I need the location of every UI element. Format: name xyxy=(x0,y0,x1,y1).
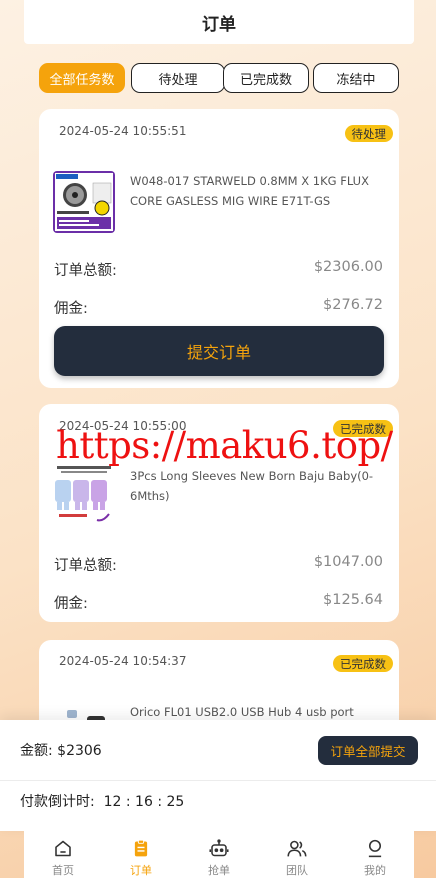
order-total-value: $2306.00 xyxy=(313,259,383,275)
commission-label: 佣金: xyxy=(54,596,88,612)
product-name: 3Pcs Long Sleeves New Born Baju Baby(0-6… xyxy=(130,469,374,503)
divider xyxy=(0,780,436,781)
order-filter-tabs: 全部任务数 待处理 已完成数 冻结中 xyxy=(39,63,399,93)
commission-value: $125.64 xyxy=(323,592,383,608)
product-name: Orico FL01 USB2.0 USB Hub 4 usb port xyxy=(130,705,354,719)
team-icon xyxy=(287,840,307,857)
countdown-value: 12 : 16 : 25 xyxy=(103,794,185,810)
order-time: 2024-05-24 10:54:37 xyxy=(59,654,187,668)
status-badge: 待处理 xyxy=(344,125,393,142)
payment-countdown: 付款倒计时: 12 : 16 : 25 xyxy=(20,791,184,811)
home-icon xyxy=(55,840,71,857)
watermark-url: https://maku6.top/ xyxy=(56,424,393,467)
commission-value: $276.72 xyxy=(323,297,383,313)
tab-frozen[interactable]: 冻结中 xyxy=(313,63,399,93)
tab-completed[interactable]: 已完成数 xyxy=(223,63,309,93)
submit-order-button[interactable]: 提交订单 xyxy=(54,326,384,376)
tabbar-home[interactable]: 首页 xyxy=(24,830,102,878)
bottom-tab-bar: 首页 订单 抢单 团队 我的 xyxy=(24,830,414,878)
robot-icon xyxy=(209,839,229,857)
tabbar-profile-label: 我的 xyxy=(364,864,386,877)
tabbar-team-label: 团队 xyxy=(286,864,308,877)
clipboard-icon xyxy=(134,839,148,857)
order-total-label: 订单总额: xyxy=(54,263,117,279)
amount-value: $2306 xyxy=(57,743,102,759)
product-image xyxy=(53,171,115,233)
header-bar: 订单 xyxy=(24,0,414,44)
status-badge: 已完成数 xyxy=(333,655,393,672)
tabbar-orders-label: 订单 xyxy=(130,864,152,877)
commission-label: 佣金: xyxy=(54,301,88,317)
page-title: 订单 xyxy=(202,14,236,35)
user-icon xyxy=(368,839,382,858)
tabbar-orders[interactable]: 订单 xyxy=(102,830,180,878)
tabbar-grab-order-label: 抢单 xyxy=(208,864,230,877)
amount-summary: 金额: $2306 xyxy=(20,740,102,760)
tabbar-grab-order[interactable]: 抢单 xyxy=(180,830,258,878)
product-image xyxy=(53,464,115,526)
order-time: 2024-05-24 10:55:51 xyxy=(59,124,187,138)
tab-pending[interactable]: 待处理 xyxy=(131,63,225,93)
product-name: W048-017 STARWELD 0.8MM X 1KG FLUX CORE … xyxy=(130,174,369,208)
tabbar-team[interactable]: 团队 xyxy=(258,830,336,878)
submit-all-orders-button[interactable]: 订单全部提交 xyxy=(318,736,418,765)
tabbar-profile[interactable]: 我的 xyxy=(336,830,414,878)
order-summary-bar: 金额: $2306 订单全部提交 付款倒计时: 12 : 16 : 25 xyxy=(0,720,436,831)
tabbar-home-label: 首页 xyxy=(52,864,74,877)
order-total-label: 订单总额: xyxy=(54,558,117,574)
tab-all-tasks[interactable]: 全部任务数 xyxy=(39,63,125,93)
order-card: 2024-05-24 10:55:51 待处理 W048-017 STARWEL… xyxy=(39,109,399,388)
amount-label: 金额: xyxy=(20,743,53,759)
countdown-label: 付款倒计时: xyxy=(20,794,95,810)
order-total-value: $1047.00 xyxy=(313,554,383,570)
